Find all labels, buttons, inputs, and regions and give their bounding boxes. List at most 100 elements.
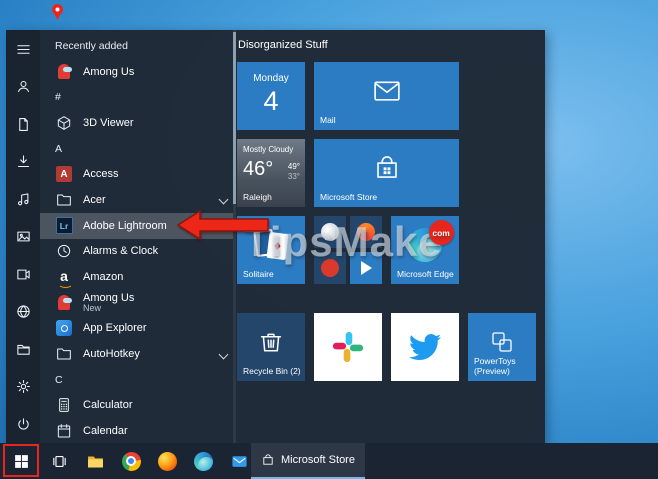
app-label: Among Us (83, 66, 134, 78)
app-sublabel: New (83, 304, 134, 314)
weather-city: Raleigh (243, 192, 272, 202)
app-list-item-among-us-2[interactable]: Among Us New (40, 290, 233, 316)
app-label: Amazon (83, 271, 123, 283)
tile-weather[interactable]: Mostly Cloudy 46° 49° 33° Raleigh (237, 139, 305, 207)
rail-button-account[interactable] (6, 73, 40, 101)
app-list-item-calculator[interactable]: Calculator (40, 393, 233, 419)
tile-slack[interactable] (314, 313, 382, 381)
rail-button-pictures[interactable] (6, 223, 40, 251)
mail-icon (231, 453, 248, 470)
rail-button-music[interactable] (6, 185, 40, 213)
tile-label: PowerToys (Preview) (474, 357, 533, 377)
tile-powertoys[interactable]: PowerToys (Preview) (468, 313, 536, 381)
rail-button-downloads[interactable] (6, 148, 40, 176)
user-icon (16, 79, 31, 94)
shopping-bag-icon (372, 153, 402, 183)
tile-calendar[interactable]: Monday 4 (237, 62, 305, 130)
taskbar-window-microsoft-store[interactable]: Microsoft Store (251, 443, 365, 479)
clock-icon (56, 243, 72, 259)
amazon-icon (60, 271, 68, 282)
globe-icon (16, 304, 31, 319)
app-label: Alarms & Clock (83, 245, 158, 257)
tile-label: Microsoft Store (320, 193, 456, 203)
video-icon (16, 267, 31, 282)
document-icon (16, 117, 31, 132)
start-rail (6, 30, 40, 443)
tile-label: Mail (320, 116, 456, 126)
taskbar-chrome[interactable] (114, 443, 148, 479)
app-label: AutoHotkey (83, 348, 140, 360)
adobe-lightroom-icon (56, 217, 73, 234)
tile-mail[interactable]: Mail (314, 62, 459, 130)
watermark: TipsMake com (244, 218, 454, 266)
chevron-down-icon (219, 195, 229, 205)
taskbar: Microsoft Store (0, 443, 658, 479)
tile-microsoft-store[interactable]: Microsoft Store (314, 139, 459, 207)
weather-low: 33° (288, 172, 300, 181)
app-list-item-3d-viewer[interactable]: 3D Viewer (40, 110, 233, 136)
scrollbar-thumb[interactable] (233, 32, 236, 204)
calculator-icon (56, 397, 72, 413)
app-list-item-alarms-clock[interactable]: Alarms & Clock (40, 239, 233, 265)
taskbar-firefox[interactable] (150, 443, 184, 479)
annotation-highlight-box (3, 444, 39, 477)
tile-label: Microsoft Edge (397, 270, 456, 280)
folder-icon (56, 346, 72, 362)
task-view-button[interactable] (42, 443, 76, 479)
rail-button-power[interactable] (6, 410, 40, 438)
among-us-icon (58, 295, 70, 310)
desktop: TipsMake com (0, 0, 658, 479)
app-label: Among Us (83, 292, 134, 304)
power-icon (16, 417, 31, 432)
app-list-section-c[interactable]: C (40, 367, 233, 393)
rail-button-network[interactable] (6, 298, 40, 326)
file-explorer-icon (87, 453, 104, 470)
app-list-item-among-us[interactable]: Among Us (40, 59, 233, 85)
app-list-item-calendar[interactable]: Calendar (40, 418, 233, 444)
app-label: App Explorer (83, 322, 147, 334)
app-list-header-recently-added: Recently added (40, 33, 233, 59)
section-label: # (55, 91, 61, 103)
section-label: Recently added (55, 40, 128, 52)
app-explorer-icon (56, 320, 72, 336)
app-list-section-hash[interactable]: # (40, 84, 233, 110)
download-icon (16, 154, 31, 169)
rail-button-file-explorer[interactable] (6, 335, 40, 363)
taskbar-edge[interactable] (186, 443, 220, 479)
music-note-icon (16, 192, 31, 207)
app-list-folder-autohotkey[interactable]: AutoHotkey (40, 341, 233, 367)
tile-recycle-bin[interactable]: Recycle Bin (2) (237, 313, 305, 381)
tile-group-title[interactable]: Disorganized Stuff (238, 39, 328, 51)
watermark-pin-icon (50, 3, 65, 21)
window-button-label: Microsoft Store (281, 454, 355, 466)
calendar-weekday: Monday (237, 73, 305, 84)
rail-button-settings[interactable] (6, 373, 40, 401)
app-list-item-app-explorer[interactable]: App Explorer (40, 316, 233, 342)
cube-icon (56, 115, 72, 131)
folder-icon (16, 342, 31, 357)
envelope-icon (372, 76, 402, 106)
hamburger-menu-icon (16, 42, 31, 57)
taskbar-file-explorer[interactable] (78, 443, 112, 479)
tile-label: Solitaire (243, 270, 302, 280)
app-label: Acer (83, 194, 106, 206)
picture-icon (16, 229, 31, 244)
annotation-arrow-icon (170, 208, 274, 242)
firefox-icon (158, 452, 177, 471)
gear-icon (16, 379, 31, 394)
twitter-bird-icon (409, 331, 441, 363)
rail-button-videos[interactable] (6, 260, 40, 288)
app-label: Calculator (83, 399, 133, 411)
app-list-item-access[interactable]: Access (40, 161, 233, 187)
app-label: Calendar (83, 425, 128, 437)
rail-button-documents[interactable] (6, 110, 40, 138)
app-list-item-amazon[interactable]: Amazon (40, 264, 233, 290)
tile-twitter[interactable] (391, 313, 459, 381)
rail-button-menu[interactable] (6, 35, 40, 63)
calendar-day: 4 (237, 86, 305, 117)
app-list-section-a[interactable]: A (40, 136, 233, 162)
store-bag-icon (261, 453, 275, 467)
calendar-icon (56, 423, 72, 439)
chevron-down-icon (219, 349, 229, 359)
access-icon (56, 166, 72, 182)
